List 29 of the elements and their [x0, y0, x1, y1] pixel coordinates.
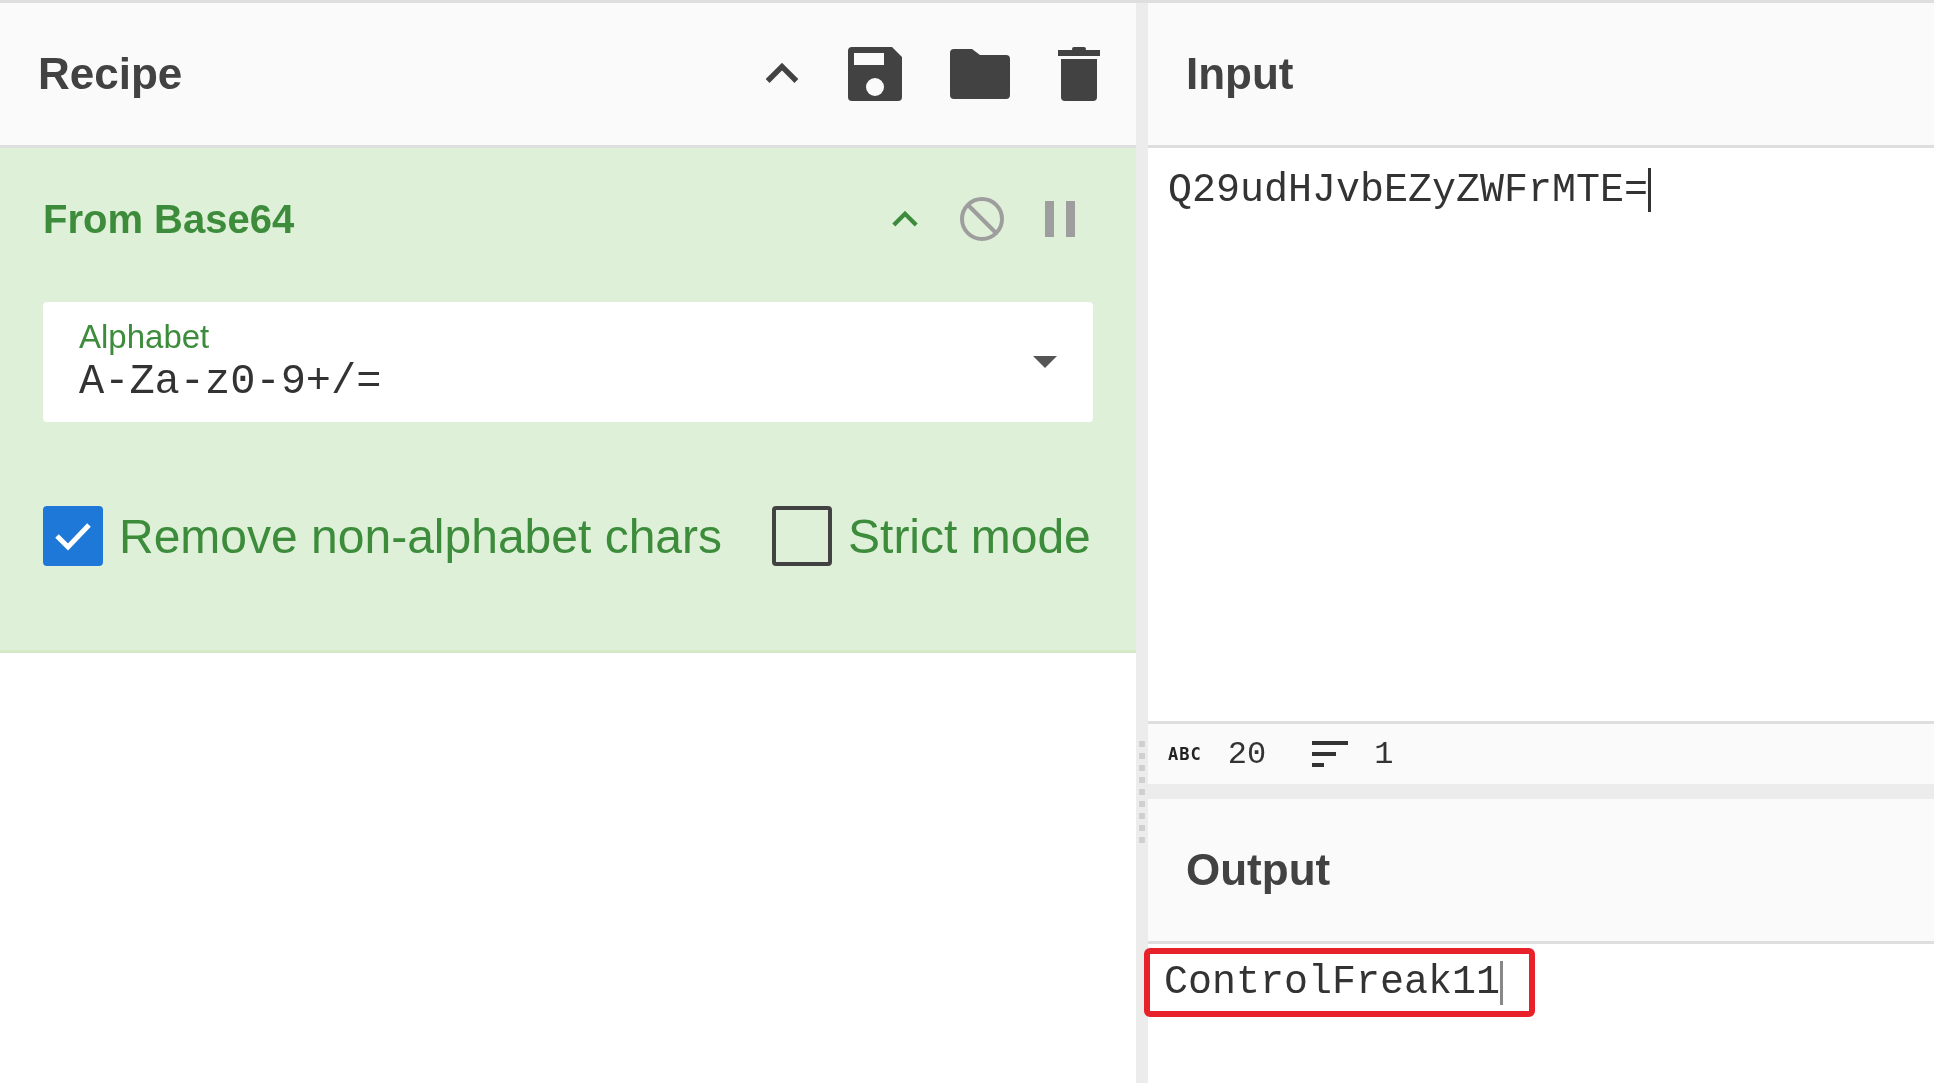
- output-text[interactable]: ControlFreak11: [1144, 948, 1536, 1017]
- resize-handle[interactable]: [1136, 3, 1148, 1083]
- checkbox[interactable]: [772, 506, 833, 566]
- prohibit-icon: [959, 196, 1005, 242]
- panel-title: Recipe: [38, 49, 184, 99]
- minimise-button[interactable]: [891, 210, 919, 228]
- load-button[interactable]: [950, 49, 1010, 99]
- pause-icon: [1045, 201, 1075, 237]
- length-count: 20: [1227, 735, 1267, 773]
- input-text[interactable]: Q29udHJvbEZyZWFrMTE=: [1148, 148, 1934, 721]
- clear-button[interactable]: [1058, 47, 1100, 101]
- alphabet-dropdown[interactable]: Alphabet A-Za-z0-9+/=: [43, 302, 1093, 422]
- lines-icon: [1312, 741, 1349, 767]
- line-count: 1: [1374, 735, 1394, 773]
- collapse-button[interactable]: [764, 63, 800, 85]
- length-label: ABC: [1168, 744, 1202, 764]
- field-value: A-Za-z0-9+/=: [79, 358, 383, 406]
- field-label: Alphabet: [79, 318, 211, 356]
- checkmark-icon: [54, 521, 92, 551]
- save-button[interactable]: [848, 47, 902, 101]
- checkbox-label: Remove non-alphabet chars: [119, 508, 723, 564]
- checkbox-label: Strict mode: [848, 508, 1091, 564]
- dropdown-caret-icon: [1033, 356, 1057, 368]
- trash-icon: [1058, 47, 1100, 101]
- panel-title: Output: [1186, 845, 1332, 895]
- checkbox[interactable]: [43, 506, 103, 566]
- panel-title: Input: [1186, 49, 1295, 99]
- operation-title: From Base64: [43, 196, 296, 242]
- folder-icon: [950, 49, 1010, 99]
